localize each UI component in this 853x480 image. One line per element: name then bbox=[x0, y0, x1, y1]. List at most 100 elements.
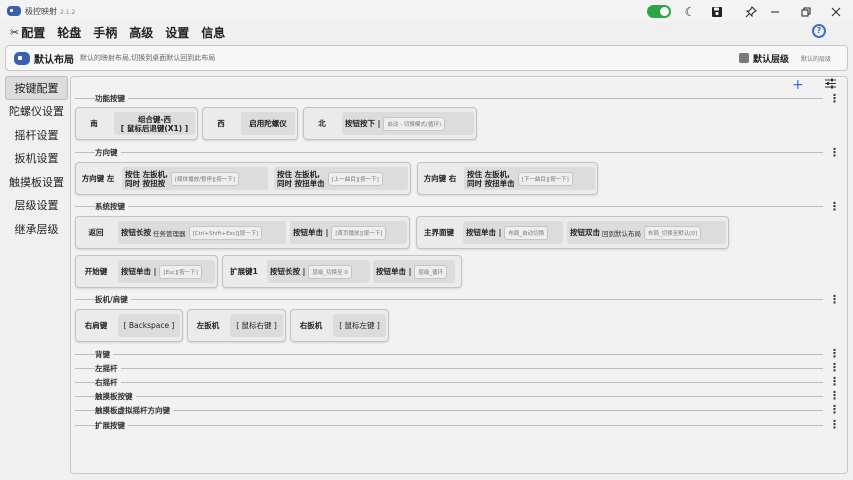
more-options-icon[interactable]: ⋮ bbox=[829, 390, 840, 401]
action-label: 按钮单击 | bbox=[293, 228, 329, 237]
more-options-icon[interactable]: ⋮ bbox=[829, 294, 840, 305]
sidebar-item-gyro[interactable]: 陀螺仪设置 bbox=[5, 100, 68, 124]
minimize-icon[interactable] bbox=[765, 3, 785, 20]
menu-advanced[interactable]: 高级 bbox=[129, 24, 153, 41]
key-card-back[interactable]: 返回 按钮长按 任务管理器 [Ctrl+Shift+Esc][按一下] 按钮单击… bbox=[75, 216, 410, 249]
moon-icon[interactable]: ☾ bbox=[680, 3, 700, 20]
mapping-toggle-switch[interactable] bbox=[647, 5, 671, 18]
menu-config[interactable]: ✂ 配置 bbox=[10, 24, 45, 41]
action-label: 启用陀螺仪 bbox=[249, 119, 287, 128]
action-label: 按钮单击 | bbox=[466, 228, 502, 237]
key-name: 北 bbox=[318, 119, 326, 128]
action-slot[interactable]: 按钮单击 | 层级_循环 bbox=[373, 260, 455, 283]
section-title-right-stick[interactable]: 右摇杆 bbox=[95, 377, 121, 388]
action-condition: 按住 左扳机, 同时 按扭按 bbox=[125, 169, 168, 188]
action-value: 回到默认布局 bbox=[602, 229, 641, 238]
tools-icon: ✂ bbox=[10, 25, 20, 39]
sidebar-item-inherit[interactable]: 继承层级 bbox=[5, 217, 68, 241]
key-card-north[interactable]: 北 按钮按下 | 启动 - 切换模式(循环) bbox=[303, 107, 477, 140]
more-options-icon[interactable]: ⋮ bbox=[829, 404, 840, 415]
key-card-left-trigger[interactable]: 左扳机 [ 鼠标右键 ] bbox=[187, 309, 286, 342]
action-slot[interactable]: 启用陀螺仪 bbox=[241, 112, 295, 135]
action-value: 任务管理器 bbox=[153, 229, 186, 238]
key-name: 方向键 右 bbox=[423, 174, 457, 183]
restore-icon[interactable] bbox=[796, 3, 816, 20]
action-slot[interactable]: 按钮单击 | [Esc][按一下] bbox=[118, 260, 215, 283]
action-value: 启动 - 切换模式(循环) bbox=[383, 116, 446, 131]
key-card-home[interactable]: 主界面键 按钮单击 | 布局_自动切换 按钮双击 回到默认布局 布局_切换至默认… bbox=[416, 216, 729, 249]
action-slot[interactable]: [ Backspace ] bbox=[118, 314, 180, 337]
action-slot[interactable]: 按钮单击 | [首页播放][按一下] bbox=[290, 221, 407, 244]
more-options-icon[interactable]: ⋮ bbox=[829, 376, 840, 387]
action-slot[interactable]: 按钮双击 回到默认布局 布局_切换至默认[0] bbox=[567, 221, 726, 244]
action-label: 按钮长按 | bbox=[270, 267, 306, 276]
section-title-touchpad-keys[interactable]: 触摸板按键 bbox=[95, 391, 136, 402]
action-slot[interactable]: 按住 左扳机, 同时 按扭单击 [上一曲目][按一下] bbox=[274, 167, 408, 190]
menu-settings[interactable]: 设置 bbox=[165, 24, 189, 41]
key-card-south[interactable]: 南 组合键-西 [ 鼠标后退键(X1) ] bbox=[75, 107, 198, 140]
section-title-left-stick[interactable]: 左摇杆 bbox=[95, 363, 121, 374]
more-options-icon[interactable]: ⋮ bbox=[829, 201, 840, 212]
action-hotkey: [Ctrl+Shift+Esc][按一下] bbox=[188, 225, 263, 240]
app-title: 极控映射 bbox=[25, 6, 57, 16]
action-slot[interactable]: 按钮单击 | 布局_自动切换 bbox=[463, 221, 563, 244]
more-options-icon[interactable]: ⋮ bbox=[829, 419, 840, 430]
action-slot[interactable]: 按钮按下 | 启动 - 切换模式(循环) bbox=[342, 112, 474, 135]
action-label: 按钮单击 | bbox=[121, 267, 157, 276]
layout-description: 默认的映射布局,切换到桌面默认回到此布局 bbox=[80, 54, 216, 62]
more-options-icon[interactable]: ⋮ bbox=[829, 362, 840, 373]
layer-name[interactable]: 默认层级 bbox=[753, 52, 789, 65]
section-title-touchpad-virtual-stick[interactable]: 触摸板虚拟摇杆方向键 bbox=[95, 405, 173, 416]
section-title-extended-keys[interactable]: 扩展按键 bbox=[95, 420, 128, 431]
section-divider bbox=[75, 425, 823, 426]
menu-wheel[interactable]: 轮盘 bbox=[57, 24, 81, 41]
action-slot[interactable]: 按住 左扳机, 同时 按扭按 [媒体播放/暂停][按一下] bbox=[122, 167, 268, 190]
section-divider bbox=[75, 396, 823, 397]
sidebar-item-key-config[interactable]: 按键配置 bbox=[5, 76, 68, 100]
add-icon[interactable]: + bbox=[792, 77, 804, 93]
key-name: 南 bbox=[90, 119, 98, 128]
sidebar-item-layer[interactable]: 层级设置 bbox=[5, 194, 68, 218]
section-divider bbox=[75, 206, 823, 207]
section-divider bbox=[75, 98, 823, 99]
gamepad-icon bbox=[14, 51, 30, 65]
action-slot[interactable]: 按钮长按 | 层级_切换至 0 bbox=[267, 260, 370, 283]
key-card-dpad-right[interactable]: 方向键 右 按住 左扳机, 同时 按扭单击 [下一曲目][按一下] bbox=[417, 162, 598, 195]
action-label: 按钮双击 bbox=[570, 228, 600, 237]
key-name: 右扳机 bbox=[299, 321, 323, 330]
pin-icon[interactable] bbox=[741, 3, 761, 20]
action-slot[interactable]: 按钮长按 任务管理器 [Ctrl+Shift+Esc][按一下] bbox=[118, 221, 286, 244]
key-card-start[interactable]: 开始键 按钮单击 | [Esc][按一下] bbox=[75, 255, 218, 288]
menu-bar: ✂ 配置 轮盘 手柄 高级 设置 信息 bbox=[0, 22, 853, 42]
menu-info[interactable]: 信息 bbox=[201, 24, 225, 41]
action-condition: 按住 左扳机, 同时 按扭单击 bbox=[277, 169, 325, 188]
action-slot[interactable]: [ 鼠标左键 ] bbox=[333, 314, 386, 337]
action-value: [ 鼠标右键 ] bbox=[236, 321, 277, 330]
key-card-right-trigger[interactable]: 右扳机 [ 鼠标左键 ] bbox=[290, 309, 389, 342]
menu-gamepad[interactable]: 手柄 bbox=[93, 24, 117, 41]
sidebar-item-trigger[interactable]: 扳机设置 bbox=[5, 147, 68, 171]
section-divider bbox=[75, 368, 823, 369]
more-options-icon[interactable]: ⋮ bbox=[829, 93, 840, 104]
more-options-icon[interactable]: ⋮ bbox=[829, 147, 840, 158]
key-card-extend1[interactable]: 扩展键1 按钮长按 | 层级_切换至 0 按钮单击 | 层级_循环 bbox=[222, 255, 462, 288]
action-slot[interactable]: 按住 左扳机, 同时 按扭单击 [下一曲目][按一下] bbox=[464, 167, 595, 190]
sidebar-item-stick[interactable]: 摇杆设置 bbox=[5, 123, 68, 147]
layout-bar[interactable]: 默认布局 默认的映射布局,切换到桌面默认回到此布局 默认层级 默认的层级 bbox=[5, 45, 848, 71]
key-name: 方向键 左 bbox=[81, 174, 115, 183]
action-label: 按钮单击 | bbox=[376, 267, 412, 276]
key-card-right-bumper[interactable]: 右肩键 [ Backspace ] bbox=[75, 309, 183, 342]
key-card-west[interactable]: 西 启用陀螺仪 bbox=[202, 107, 298, 140]
more-options-icon[interactable]: ⋮ bbox=[829, 348, 840, 359]
action-slot[interactable]: [ 鼠标右键 ] bbox=[230, 314, 283, 337]
sliders-icon[interactable] bbox=[825, 78, 836, 92]
sidebar-item-touchpad[interactable]: 触摸板设置 bbox=[5, 170, 68, 194]
action-slot[interactable]: 组合键-西 [ 鼠标后退键(X1) ] bbox=[114, 112, 195, 135]
action-value: [ 鼠标左键 ] bbox=[339, 321, 380, 330]
key-card-dpad-left[interactable]: 方向键 左 按住 左扳机, 同时 按扭按 [媒体播放/暂停][按一下] 按住 左… bbox=[75, 162, 411, 195]
save-icon[interactable] bbox=[707, 3, 727, 20]
section-title-back-keys[interactable]: 背键 bbox=[95, 349, 113, 360]
key-name: 开始键 bbox=[84, 267, 108, 276]
close-icon[interactable] bbox=[826, 3, 846, 20]
help-icon[interactable]: ? bbox=[812, 24, 826, 38]
